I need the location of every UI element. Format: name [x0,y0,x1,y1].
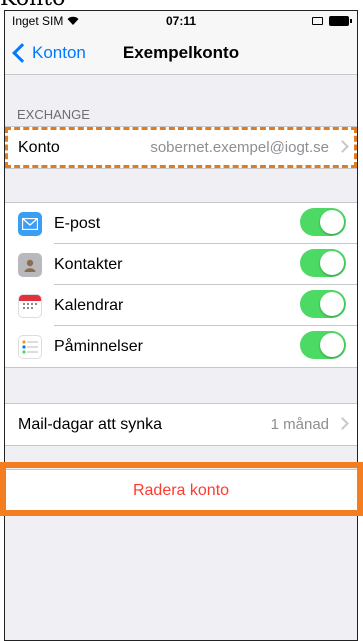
sync-row[interactable]: Mail-dagar att synka 1 månad [5,404,357,445]
chevron-right-icon [336,140,349,153]
service-label: Kontakter [54,255,123,273]
status-bar: Inget SIM 07:11 [5,11,357,31]
calendar-icon [18,293,42,318]
toggle-knob [320,251,344,275]
service-row-calendars[interactable]: Kalendrar [5,285,357,326]
sync-value: 1 månad [270,416,329,433]
toggle-knob [320,210,344,234]
status-right [312,16,352,26]
screen-mirror-icon [312,17,323,25]
services-group: E-post Kontakter Kalendrar Påminnelser [5,202,357,368]
orange-highlight-box [0,462,363,516]
toggle-knob [320,292,344,316]
toggle-knob [320,333,344,357]
service-row-reminders[interactable]: Påminnelser [5,326,357,367]
mail-toggle[interactable] [300,208,346,236]
sync-group: Mail-dagar att synka 1 månad [5,403,357,446]
battery-icon [329,16,352,26]
account-value: sobernet.exempel@iogt.se [150,139,329,156]
account-row[interactable]: Konto sobernet.exempel@iogt.se [5,127,357,168]
contacts-icon [18,252,42,277]
nav-bar: Konton Exempelkonto [5,31,357,75]
calendars-toggle[interactable] [300,290,346,318]
service-label: E-post [54,214,101,232]
section-header-exchange: EXCHANGE [17,107,90,122]
reminders-toggle[interactable] [300,331,346,359]
service-label: Kalendrar [54,296,124,314]
contacts-toggle[interactable] [300,249,346,277]
service-label: Påminnelser [54,337,143,355]
page-title: Exempelkonto [122,43,240,62]
sync-label: Mail-dagar att synka [18,415,163,433]
service-row-mail[interactable]: E-post [5,203,357,244]
account-group: Konto sobernet.exempel@iogt.se [5,126,357,169]
phone-screen: Inget SIM 07:11 Konton Exempelkonto EXCH… [4,10,358,641]
reminders-icon [18,334,42,359]
service-row-contacts[interactable]: Kontakter [5,244,357,285]
account-label: Konto [18,138,60,156]
mail-icon [18,211,42,236]
status-time: 07:11 [165,14,197,28]
chevron-right-icon [336,417,349,430]
